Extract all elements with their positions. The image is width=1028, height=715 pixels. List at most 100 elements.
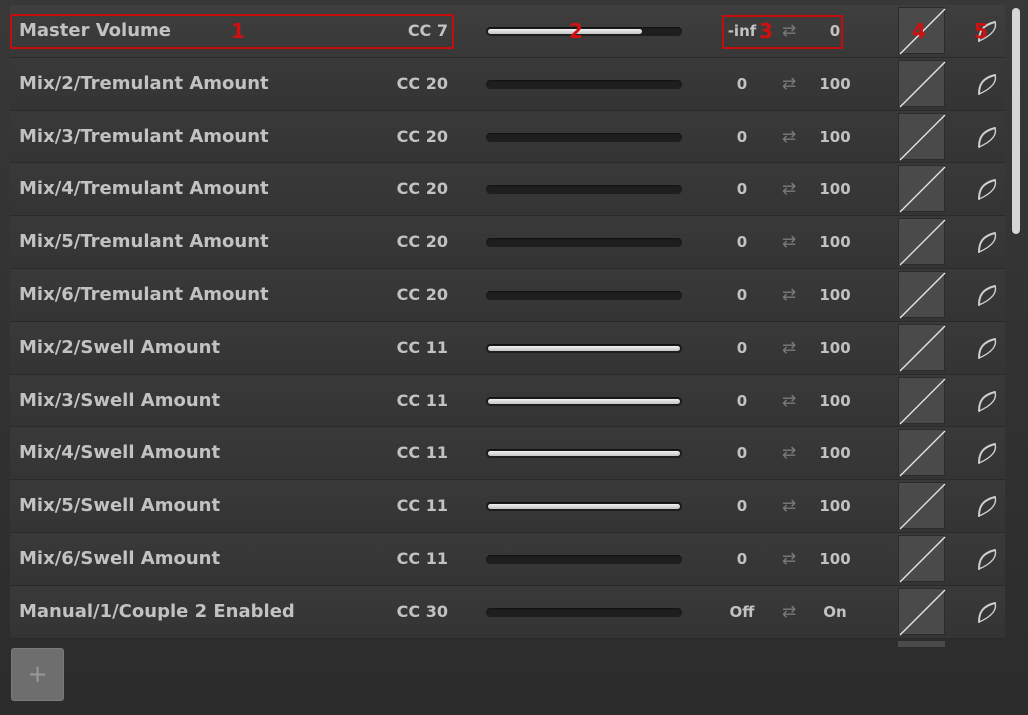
cc-number[interactable]: CC 20 (340, 111, 448, 163)
mapping-row[interactable]: Mix/5/Tremulant Amount CC 20 0 ⇄ 100 (10, 216, 1005, 269)
swap-range-icon[interactable]: ⇄ (776, 533, 802, 585)
value-slider[interactable] (486, 607, 682, 617)
value-slider[interactable] (486, 79, 682, 89)
cc-number[interactable]: CC 11 (340, 322, 448, 374)
curve-edit-icon[interactable] (975, 600, 1001, 624)
range-min-value[interactable]: 0 (710, 111, 774, 163)
response-curve-preview[interactable] (898, 587, 946, 636)
mapping-row[interactable]: Mix/6/Tremulant Amount CC 20 0 ⇄ 100 (10, 268, 1005, 322)
range-min-value[interactable]: 0 (710, 322, 774, 374)
range-min-value[interactable]: 0 (710, 216, 774, 268)
range-max-value[interactable]: 100 (805, 375, 865, 427)
cc-number[interactable]: CC 30 (340, 586, 448, 638)
curve-edit-icon[interactable] (975, 19, 1001, 43)
range-max-value[interactable]: 100 (805, 111, 865, 163)
cc-number[interactable]: CC 11 (340, 375, 448, 427)
value-slider[interactable] (486, 449, 682, 459)
swap-range-icon[interactable]: ⇄ (776, 586, 802, 638)
swap-range-icon[interactable]: ⇄ (776, 375, 802, 427)
mapping-row[interactable]: Mix/2/Tremulant Amount CC 20 0 ⇄ 100 (10, 57, 1005, 111)
range-min-value[interactable]: Off (710, 586, 774, 638)
range-max-value[interactable]: 100 (805, 58, 865, 110)
mapping-row[interactable]: Mix/4/Swell Amount CC 11 0 ⇄ 100 (10, 427, 1005, 481)
range-min-value[interactable]: 0 (710, 480, 774, 532)
mapping-row[interactable]: Mix/4/Tremulant Amount CC 20 0 ⇄ 100 (10, 163, 1005, 217)
mapping-row[interactable]: Manual/1/Couple 2 Enabled CC 30 Off ⇄ On (10, 585, 1005, 639)
value-slider[interactable] (486, 27, 682, 36)
swap-range-icon[interactable]: ⇄ (776, 5, 802, 57)
cc-number[interactable]: CC 20 (340, 58, 448, 110)
range-min-value[interactable]: 0 (710, 269, 774, 321)
range-min-value[interactable]: 0 (710, 427, 774, 479)
value-slider[interactable] (486, 396, 682, 406)
mapping-row[interactable]: Mix/6/Swell Amount CC 11 0 ⇄ 100 (10, 532, 1005, 586)
curve-edit-icon[interactable] (975, 72, 1001, 96)
range-max-value[interactable]: 0 (805, 5, 865, 57)
cc-number[interactable]: CC 11 (340, 427, 448, 479)
curve-edit-icon[interactable] (975, 547, 1001, 571)
mapping-row[interactable]: Mix/3/Swell Amount CC 11 0 ⇄ 100 (10, 374, 1005, 428)
response-curve-preview[interactable] (898, 7, 946, 55)
swap-range-icon[interactable]: ⇄ (776, 269, 802, 321)
response-curve-preview[interactable] (898, 482, 946, 530)
range-max-value[interactable]: 100 (805, 269, 865, 321)
range-max-value[interactable]: 100 (805, 427, 865, 479)
curve-edit-icon[interactable] (975, 283, 1001, 307)
cc-number[interactable]: CC 20 (340, 269, 448, 321)
value-slider[interactable] (486, 290, 682, 300)
swap-range-icon[interactable]: ⇄ (776, 111, 802, 163)
value-slider[interactable] (486, 554, 682, 564)
add-mapping-button[interactable]: + (11, 648, 64, 701)
range-max-value[interactable]: 100 (805, 216, 865, 268)
cc-number[interactable]: CC 11 (340, 480, 448, 532)
range-max-value[interactable]: 100 (805, 480, 865, 532)
response-curve-preview[interactable] (898, 270, 946, 319)
response-curve-preview[interactable] (898, 165, 946, 213)
swap-range-icon[interactable]: ⇄ (776, 322, 802, 374)
swap-range-icon[interactable]: ⇄ (776, 427, 802, 479)
range-max-value[interactable]: 100 (805, 322, 865, 374)
cc-number[interactable]: CC 7 (340, 5, 448, 57)
curve-edit-icon[interactable] (975, 230, 1001, 254)
cc-number[interactable]: CC 20 (340, 163, 448, 215)
curve-edit-icon[interactable] (975, 177, 1001, 201)
curve-edit-icon[interactable] (975, 336, 1001, 360)
scrollbar-thumb[interactable] (1012, 8, 1020, 234)
mapping-row[interactable]: Mix/5/Swell Amount CC 11 0 ⇄ 100 (10, 480, 1005, 533)
response-curve-preview[interactable] (898, 59, 946, 108)
curve-edit-icon[interactable] (975, 441, 1001, 465)
response-curve-preview[interactable] (898, 376, 946, 425)
response-curve-preview[interactable] (898, 112, 946, 161)
range-max-value[interactable]: On (805, 586, 865, 638)
range-max-value[interactable]: 100 (805, 533, 865, 585)
value-slider[interactable] (486, 238, 682, 248)
value-slider[interactable] (486, 132, 682, 142)
mapping-row[interactable]: Mix/2/Swell Amount CC 11 0 ⇄ 100 (10, 321, 1005, 375)
range-min-value[interactable]: 0 (710, 533, 774, 585)
swap-range-icon[interactable]: ⇄ (776, 58, 802, 110)
slider-fill (488, 504, 680, 510)
range-max-value[interactable]: 100 (805, 163, 865, 215)
curve-edit-icon[interactable] (975, 389, 1001, 413)
value-slider[interactable] (486, 502, 682, 512)
response-curve-preview[interactable] (898, 429, 946, 477)
cc-number[interactable]: CC 11 (340, 533, 448, 585)
range-min-value[interactable]: 0 (710, 375, 774, 427)
response-curve-preview[interactable] (898, 323, 946, 372)
response-curve-preview[interactable] (898, 534, 946, 583)
value-slider[interactable] (486, 185, 682, 195)
swap-range-icon[interactable]: ⇄ (776, 163, 802, 215)
swap-range-icon[interactable]: ⇄ (776, 480, 802, 532)
range-min-value[interactable]: 0 (710, 163, 774, 215)
curve-edit-icon[interactable] (975, 125, 1001, 149)
swap-range-icon[interactable]: ⇄ (776, 216, 802, 268)
value-slider[interactable] (486, 343, 682, 353)
range-min-value[interactable]: 0 (710, 58, 774, 110)
parameter-name: Manual/1/Couple 2 Enabled (19, 600, 295, 622)
curve-edit-icon[interactable] (975, 494, 1001, 518)
mapping-row[interactable]: Master Volume CC 7 -inf ⇄ 0 (10, 5, 1005, 58)
response-curve-preview[interactable] (898, 218, 946, 266)
mapping-row[interactable]: Mix/3/Tremulant Amount CC 20 0 ⇄ 100 (10, 110, 1005, 164)
range-min-value[interactable]: -inf (710, 5, 774, 57)
cc-number[interactable]: CC 20 (340, 216, 448, 268)
